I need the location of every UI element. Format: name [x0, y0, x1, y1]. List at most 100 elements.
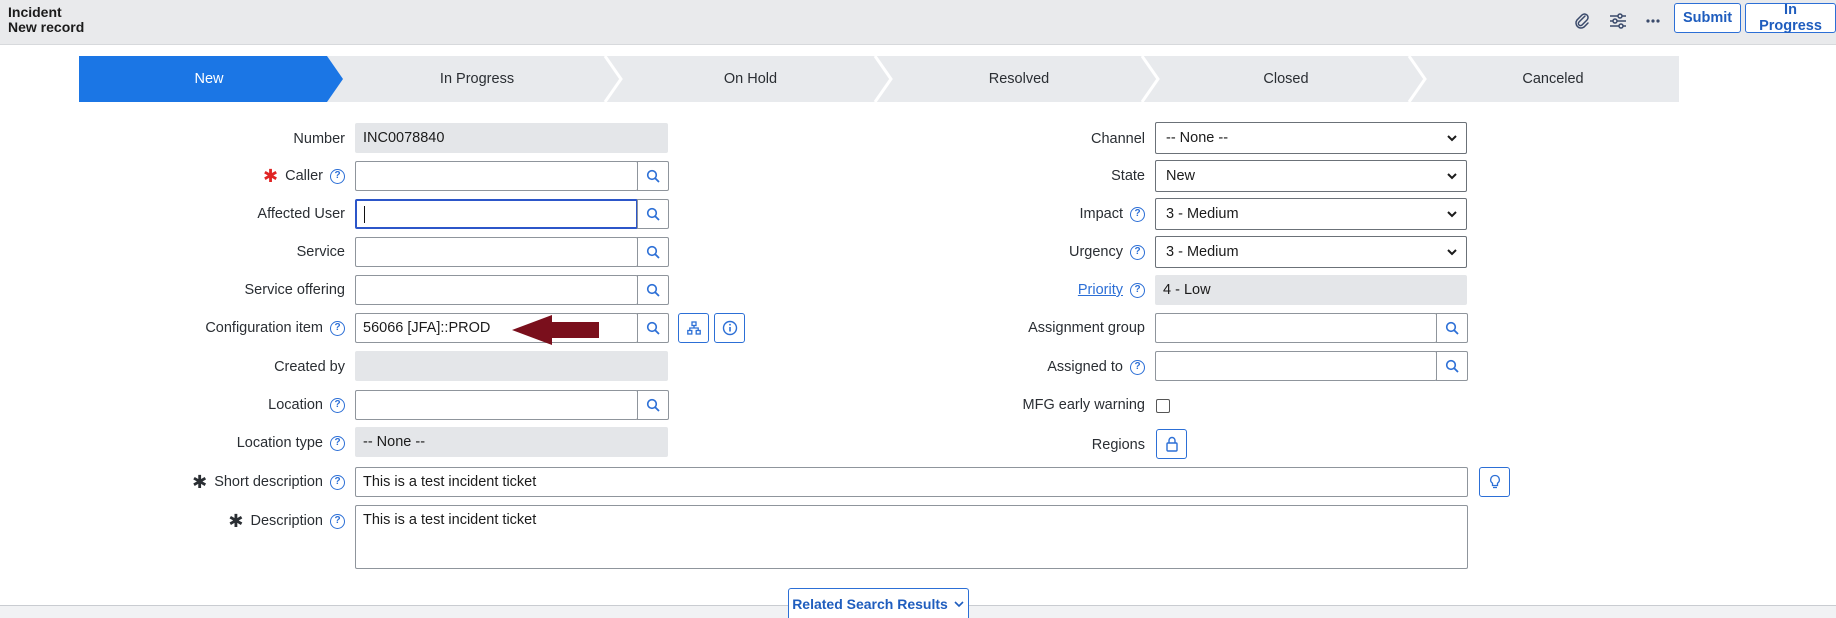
affected-user-lookup-button[interactable] — [637, 199, 669, 229]
related-search-results-toggle[interactable]: Related Search Results — [788, 588, 969, 618]
impact-select-value: 3 - Medium — [1166, 206, 1239, 222]
stage-canceled[interactable]: Canceled — [1427, 56, 1679, 102]
help-icon[interactable]: ? — [330, 168, 345, 184]
help-icon[interactable]: ? — [1130, 244, 1145, 260]
help-icon[interactable]: ? — [1130, 282, 1145, 298]
search-icon — [646, 245, 660, 259]
service-label: Service — [296, 244, 345, 260]
form-title: Incident — [8, 4, 62, 20]
chevron-down-icon — [954, 600, 964, 607]
urgency-select-value: 3 - Medium — [1166, 244, 1239, 260]
location-label: Location? — [268, 390, 345, 420]
state-select-value: New — [1166, 168, 1196, 184]
service-lookup-button[interactable] — [637, 237, 669, 267]
stage-resolved[interactable]: Resolved — [893, 56, 1145, 102]
search-icon — [646, 321, 660, 335]
stage-closed[interactable]: Closed — [1160, 56, 1412, 102]
location-type-label: Location type? — [237, 428, 345, 458]
channel-label: Channel — [1090, 131, 1145, 147]
state-select[interactable]: New — [1155, 160, 1467, 192]
priority-field: 4 - Low — [1155, 275, 1467, 305]
urgency-label: Urgency? — [1069, 237, 1145, 267]
priority-label: Priority? — [1078, 275, 1145, 305]
impact-select[interactable]: 3 - Medium — [1155, 198, 1467, 230]
help-icon[interactable]: ? — [330, 513, 345, 529]
lightbulb-icon — [1489, 474, 1500, 489]
help-icon[interactable]: ? — [1130, 359, 1145, 375]
affected-user-label: Affected User — [257, 206, 345, 222]
priority-link[interactable]: Priority — [1078, 282, 1123, 298]
preview-button[interactable] — [714, 313, 745, 343]
assigned-to-input[interactable] — [1155, 351, 1437, 381]
service-offering-label: Service offering — [244, 282, 345, 298]
state-label: State — [1111, 168, 1145, 184]
assignment-group-lookup-button[interactable] — [1436, 313, 1468, 343]
form-header: Incident New record Submit In Progress — [0, 0, 1836, 45]
submit-button[interactable]: Submit — [1674, 3, 1741, 33]
more-icon[interactable] — [1642, 10, 1664, 32]
info-icon — [722, 320, 737, 336]
stage-new[interactable]: New — [79, 56, 339, 102]
chevron-down-icon — [1447, 173, 1457, 180]
required-icon: ✱ — [192, 472, 208, 492]
config-item-label: Configuration item? — [205, 313, 345, 343]
channel-select-value: -- None -- — [1166, 130, 1229, 146]
short-description-input[interactable]: This is a test incident ticket — [355, 467, 1468, 497]
form-subtitle: New record — [8, 19, 85, 35]
chevron-down-icon — [1447, 211, 1457, 218]
in-progress-button[interactable]: In Progress — [1745, 2, 1836, 34]
help-icon[interactable]: ? — [1130, 206, 1145, 222]
regions-unlock-button[interactable] — [1156, 429, 1187, 459]
assignment-group-input[interactable] — [1155, 313, 1437, 343]
assignment-group-label: Assignment group — [1028, 320, 1145, 336]
channel-select[interactable]: -- None -- — [1155, 122, 1467, 154]
search-icon — [646, 398, 660, 412]
lock-icon — [1165, 436, 1178, 452]
number-field: INC0078840 — [355, 123, 668, 153]
affected-user-input[interactable] — [355, 199, 638, 229]
help-icon[interactable]: ? — [330, 435, 345, 451]
required-icon: ✱ — [228, 511, 244, 531]
urgency-select[interactable]: 3 - Medium — [1155, 236, 1467, 268]
chevron-down-icon — [1447, 249, 1457, 256]
help-icon[interactable]: ? — [330, 474, 345, 490]
service-offering-input[interactable] — [355, 275, 638, 305]
location-lookup-button[interactable] — [637, 390, 669, 420]
short-description-label: ✱ Short description? — [192, 467, 345, 497]
help-icon[interactable]: ? — [330, 397, 345, 413]
stage-on-hold[interactable]: On Hold — [623, 56, 878, 102]
required-icon: ✱ — [263, 166, 279, 186]
number-label: Number — [293, 131, 345, 147]
location-type-field: -- None -- — [355, 427, 668, 457]
created-by-field — [355, 351, 668, 381]
state-flow-bar: New In Progress On Hold Resolved Closed … — [79, 56, 1679, 102]
annotation-arrow-icon — [512, 315, 599, 345]
caller-label: ✱ Caller? — [263, 161, 345, 191]
location-input[interactable] — [355, 390, 638, 420]
service-offering-lookup-button[interactable] — [637, 275, 669, 305]
related-search-results-label: Related Search Results — [792, 595, 948, 612]
chevron-down-icon — [1447, 135, 1457, 142]
search-icon — [1445, 359, 1459, 373]
help-icon[interactable]: ? — [330, 320, 345, 336]
caller-lookup-button[interactable] — [637, 161, 669, 191]
impact-label: Impact? — [1079, 199, 1145, 229]
regions-label: Regions — [1091, 437, 1145, 453]
assigned-to-label: Assigned to? — [1047, 352, 1145, 382]
suggestion-button[interactable] — [1479, 467, 1510, 497]
service-input[interactable] — [355, 237, 638, 267]
config-item-lookup-button[interactable] — [637, 313, 669, 343]
description-label: ✱ Description? — [228, 506, 345, 536]
created-by-label: Created by — [274, 359, 345, 375]
assigned-to-lookup-button[interactable] — [1436, 351, 1468, 381]
settings-sliders-icon[interactable] — [1607, 10, 1629, 32]
description-textarea[interactable]: This is a test incident ticket — [355, 505, 1468, 569]
search-icon — [646, 283, 660, 297]
paperclip-icon[interactable] — [1571, 10, 1593, 32]
search-icon — [646, 207, 660, 221]
search-icon — [1445, 321, 1459, 335]
stage-in-progress[interactable]: In Progress — [345, 56, 609, 102]
mfg-early-warning-checkbox[interactable] — [1156, 399, 1170, 413]
dependency-map-button[interactable] — [678, 313, 709, 343]
caller-input[interactable] — [355, 161, 638, 191]
